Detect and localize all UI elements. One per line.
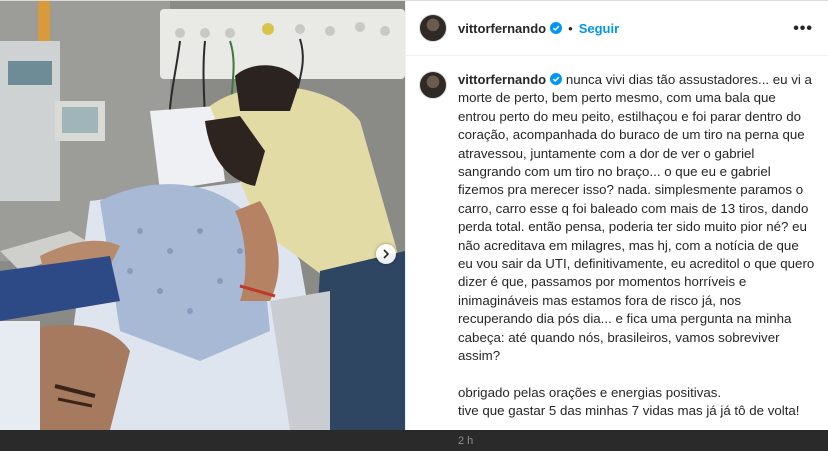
carousel-next-button[interactable] <box>376 244 396 264</box>
avatar[interactable] <box>419 71 447 99</box>
caption-comment: vittorfernando nunca vivi dias tão assus… <box>419 71 819 451</box>
chevron-right-icon <box>383 249 390 259</box>
instagram-post-modal: vittorfernando • Seguir ••• vittorfernan… <box>0 0 828 447</box>
post-photo[interactable] <box>0 1 405 430</box>
caption-line: tive que gastar 5 das minhas 7 vidas mas… <box>458 402 800 418</box>
post-details-panel: vittorfernando • Seguir ••• vittorfernan… <box>405 1 828 447</box>
caption-username-link[interactable]: vittorfernando <box>458 72 546 87</box>
follow-button[interactable]: Seguir <box>579 21 619 36</box>
avatar[interactable] <box>419 14 447 42</box>
caption-paragraph: vittorfernando nunca vivi dias tão assus… <box>458 71 816 366</box>
more-options-icon[interactable]: ••• <box>793 20 813 38</box>
caption-line: obrigado pelas orações e energias positi… <box>458 384 722 400</box>
verified-badge-icon <box>550 73 563 85</box>
separator-dot: • <box>568 20 573 36</box>
caption-body: vittorfernando nunca vivi dias tão assus… <box>458 71 816 451</box>
post-timestamp[interactable]: 2 h <box>458 432 816 450</box>
hospital-scene-image <box>0 1 405 430</box>
username-link[interactable]: vittorfernando <box>458 21 546 36</box>
caption-text: nunca vivi dias tão assustadores... eu v… <box>458 72 818 364</box>
post-header: vittorfernando • Seguir ••• <box>406 1 828 56</box>
verified-badge-icon <box>550 22 563 34</box>
